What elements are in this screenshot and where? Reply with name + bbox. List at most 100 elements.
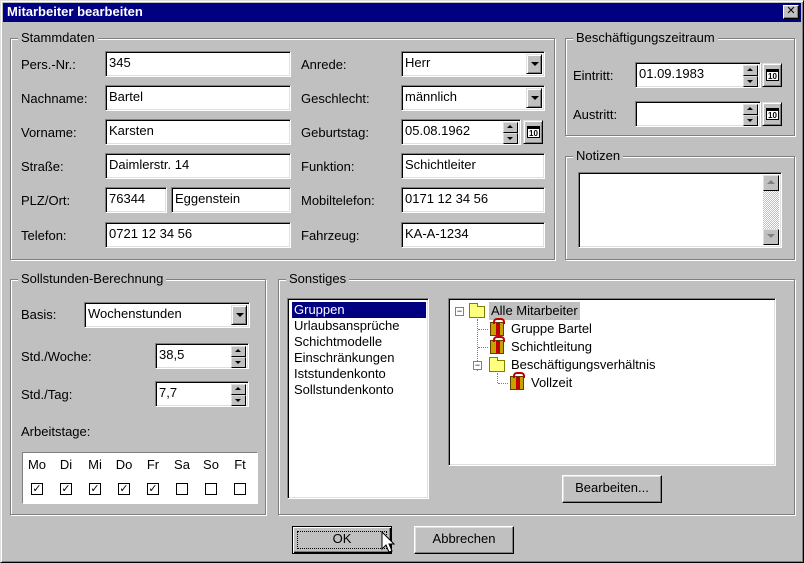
spin-up-button[interactable] [503,122,518,133]
day-checkbox[interactable]: ✓ [118,483,130,495]
scroll-up-button[interactable] [763,175,779,191]
telefon-label: Telefon: [21,228,67,243]
funktion-field[interactable]: Schichtleiter [401,153,545,179]
austritt-spinner[interactable] [743,104,758,126]
basis-dropdown-button[interactable] [231,305,247,325]
fahrzeug-field[interactable]: KA-A-1234 [401,222,545,248]
pers-nr-field[interactable]: 345 [105,51,291,77]
basis-label: Basis: [21,307,57,322]
day-checkbox[interactable]: ✓ [31,483,43,495]
chevron-down-icon [236,313,244,317]
day-checkbox[interactable] [205,483,217,495]
beschaeftigung-legend: Beschäftigungszeitraum [573,30,718,46]
geschlecht-dropdown[interactable]: männlich [401,85,545,111]
tree-item-label: Gruppe Bartel [511,321,592,336]
funktion-label: Funktion: [301,159,355,174]
ort-field[interactable]: Eggenstein [171,187,291,213]
notizen-scrollbar[interactable] [763,175,779,245]
list-item[interactable]: Einschränkungen [292,350,396,366]
close-button[interactable]: ✕ [783,5,799,19]
spin-down-button[interactable] [231,357,246,368]
cancel-button[interactable]: Abbrechen [414,526,514,554]
list-item[interactable]: Gruppen [292,302,426,318]
day-label: Sa [174,457,190,472]
list-item[interactable]: Schichtmodelle [292,334,384,350]
arrow-down-icon [235,361,241,364]
notizen-textarea[interactable] [578,172,782,248]
group-tree[interactable]: − Alle Mitarbeiter Gruppe Bartel Schicht… [448,298,776,466]
spin-down-button[interactable] [503,133,518,144]
eintritt-field[interactable]: 01.09.1983 [635,62,761,88]
pers-nr-label: Pers.-Nr.: [21,57,76,72]
basis-dropdown[interactable]: Wochenstunden [84,302,250,328]
spin-up-button[interactable] [743,65,758,76]
arbeitstage-label: Arbeitstage: [21,424,91,439]
arrow-down-icon [747,119,753,122]
spin-up-button[interactable] [231,346,246,357]
ok-button[interactable]: OK [292,526,392,554]
geburtstag-field[interactable]: 05.08.1962 [401,119,521,145]
list-item[interactable]: Iststundenkonto [292,366,388,382]
sonstiges-legend: Sonstiges [286,271,350,287]
spin-down-button[interactable] [743,115,758,126]
collapse-icon[interactable]: − [473,361,482,370]
day-checkbox[interactable]: ✓ [147,483,159,495]
scroll-down-button[interactable] [763,229,779,245]
arrow-down-icon [767,234,775,238]
list-item[interactable]: Urlaubsansprüche [292,318,402,334]
strasse-label: Straße: [21,159,64,174]
tree-line [497,373,498,383]
collapse-icon[interactable]: − [455,307,464,316]
day-checkbox[interactable]: ✓ [60,483,72,495]
category-listbox[interactable]: Gruppen Urlaubsansprüche Schichtmodelle … [287,298,429,499]
day-label: Ft [234,457,246,472]
austritt-field[interactable] [635,101,761,127]
anrede-label: Anrede: [301,57,347,72]
arrow-down-icon [747,80,753,83]
chevron-down-icon [531,62,539,66]
day-label: So [203,457,219,472]
day-checkbox[interactable]: ✓ [89,483,101,495]
eintritt-spinner[interactable] [743,65,758,87]
bearbeiten-button[interactable]: Bearbeiten... [562,475,662,503]
day-checkbox[interactable] [176,483,188,495]
folder-icon [469,303,485,318]
spin-down-button[interactable] [231,395,246,406]
calendar-icon: 10 [766,108,779,120]
mobiltelefon-field[interactable]: 0171 12 34 56 [401,187,545,213]
nachname-field[interactable]: Bartel [105,85,291,111]
tree-line [478,329,488,330]
vorname-field[interactable]: Karsten [105,119,291,145]
list-item[interactable]: Sollstundenkonto [292,382,396,398]
std-tag-spinner[interactable] [231,384,246,406]
day-checkbox[interactable] [234,483,246,495]
anrede-dropdown[interactable]: Herr [401,51,545,77]
arrow-up-icon [747,107,753,110]
spin-down-button[interactable] [743,76,758,87]
mouse-cursor-icon [381,531,396,553]
std-woche-field[interactable]: 38,5 [155,343,249,369]
geburtstag-spinner[interactable] [503,122,518,144]
mobiltelefon-label: Mobiltelefon: [301,193,375,208]
stammdaten-legend: Stammdaten [18,30,98,46]
geschlecht-dropdown-button[interactable] [526,88,542,108]
notizen-legend: Notizen [573,148,624,164]
spin-up-button[interactable] [231,384,246,395]
day-label: Fr [146,457,160,472]
geburtstag-calendar-button[interactable]: 10 [523,120,543,144]
std-woche-spinner[interactable] [231,346,246,368]
anrede-dropdown-button[interactable] [526,54,542,74]
geburtstag-label: Geburtstag: [301,125,369,140]
strasse-field[interactable]: Daimlerstr. 14 [105,153,291,179]
telefon-field[interactable]: 0721 12 34 56 [105,222,291,248]
tree-line [498,383,508,384]
std-tag-field[interactable]: 7,7 [155,381,249,407]
title-bar: Mitarbeiter bearbeiten ✕ [3,3,801,22]
spin-up-button[interactable] [743,104,758,115]
austritt-calendar-button[interactable]: 10 [762,102,782,126]
arrow-down-icon [235,399,241,402]
arrow-up-icon [747,68,753,71]
plz-field[interactable]: 76344 [105,187,167,213]
eintritt-calendar-button[interactable]: 10 [762,63,782,87]
tree-item-label: Beschäftigungsverhältnis [511,357,656,372]
